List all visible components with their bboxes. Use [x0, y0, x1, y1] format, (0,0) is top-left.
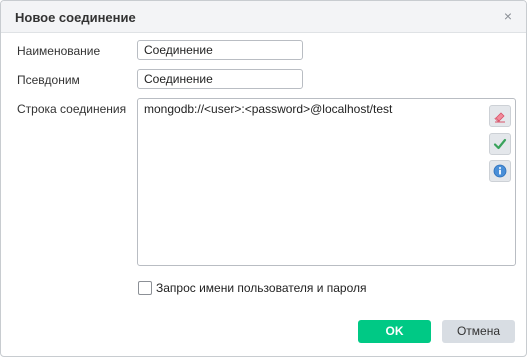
- connection-string-label: Строка соединения: [17, 102, 127, 116]
- prompt-credentials-checkbox[interactable]: [138, 281, 152, 295]
- alias-label: Псевдоним: [17, 73, 80, 87]
- dialog-titlebar: Новое соединение ×: [1, 1, 526, 33]
- clear-button[interactable]: [489, 105, 511, 127]
- connection-string-textarea[interactable]: mongodb://<user>:<password>@localhost/te…: [137, 98, 516, 266]
- check-icon: [493, 138, 507, 150]
- ok-button[interactable]: OK: [358, 320, 431, 343]
- info-icon: [493, 164, 507, 178]
- dialog-title: Новое соединение: [15, 10, 136, 25]
- info-button[interactable]: [489, 160, 511, 182]
- eraser-icon: [494, 112, 505, 123]
- new-connection-dialog: Новое соединение × Наименование Псевдони…: [0, 0, 527, 357]
- name-label: Наименование: [17, 44, 101, 58]
- connection-string-value: mongodb://<user>:<password>@localhost/te…: [144, 102, 393, 116]
- test-connection-button[interactable]: [489, 133, 511, 155]
- prompt-credentials-label[interactable]: Запрос имени пользователя и пароля: [156, 281, 367, 295]
- name-input[interactable]: [137, 40, 303, 60]
- alias-input[interactable]: [137, 69, 303, 89]
- cancel-button[interactable]: Отмена: [442, 320, 515, 343]
- close-icon[interactable]: ×: [500, 8, 516, 24]
